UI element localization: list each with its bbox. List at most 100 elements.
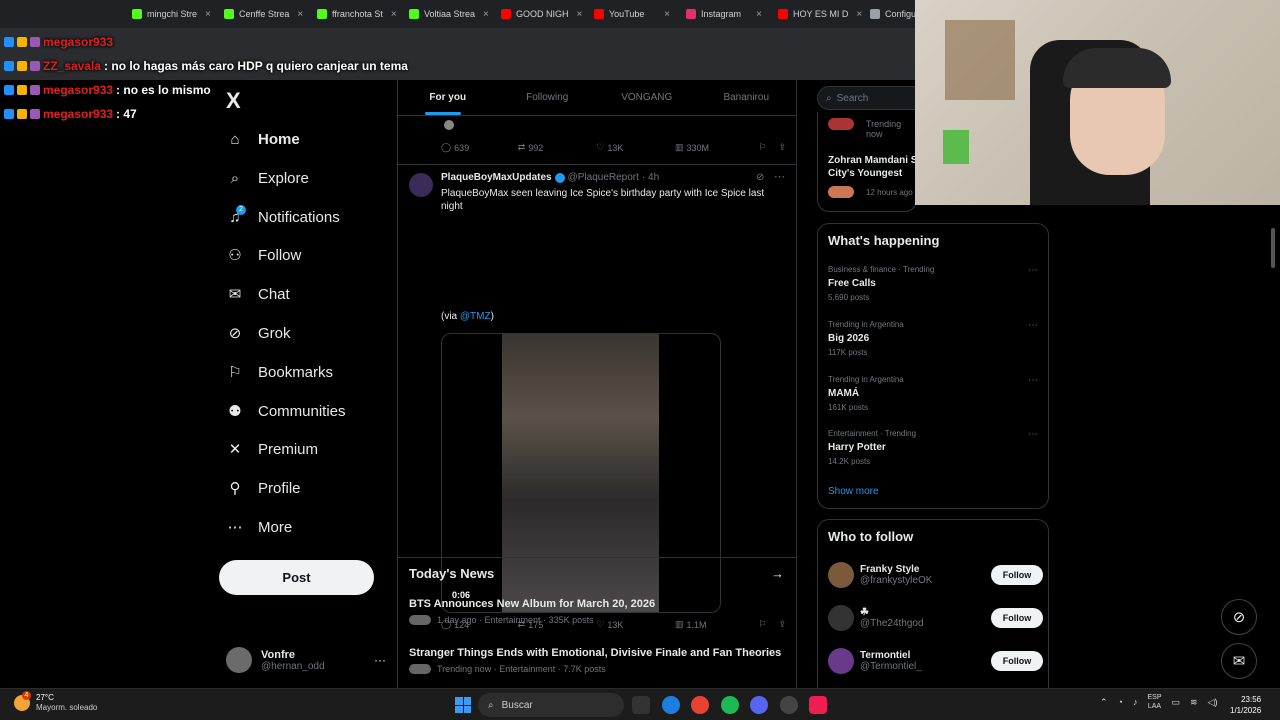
close-icon[interactable]: × xyxy=(569,9,583,20)
follow-suggestion[interactable]: ☘ @The24thgod Follow xyxy=(828,603,1043,633)
views-button[interactable]: ▥ 330M xyxy=(675,142,759,153)
account-info: ☘ @The24thgod xyxy=(860,607,924,629)
x-logo[interactable]: X xyxy=(226,88,241,114)
arrow-right-icon[interactable]: → xyxy=(771,566,784,581)
more-options-icon[interactable]: ⋯ xyxy=(774,170,785,183)
tab-following[interactable]: Following xyxy=(498,80,598,115)
avatar[interactable] xyxy=(828,648,854,674)
wifi-icon[interactable]: ≋ xyxy=(1190,697,1198,708)
sidebar-item-chat[interactable]: ✉ Chat xyxy=(226,279,290,309)
video-frame[interactable] xyxy=(502,334,659,612)
browser-tab[interactable]: Cenffe Strea × xyxy=(216,0,309,28)
discord-icon[interactable] xyxy=(750,696,768,714)
mic-icon[interactable]: ♪ xyxy=(1133,697,1138,707)
mail-icon: ✉ xyxy=(228,286,242,303)
tab-for-you[interactable]: For you xyxy=(398,80,498,115)
follow-button[interactable]: Follow xyxy=(991,608,1043,628)
grok-icon: ⊘ xyxy=(228,325,242,342)
obs-icon[interactable] xyxy=(780,696,798,714)
account-handle: @Termontiel_ xyxy=(860,661,922,672)
scrollbar[interactable] xyxy=(1271,228,1275,268)
avatar[interactable] xyxy=(828,562,854,588)
browser-tab[interactable]: mingchi Stre × xyxy=(124,0,216,28)
tab-bananirou[interactable]: Bananirou xyxy=(697,80,797,115)
share-button[interactable]: ⇪ xyxy=(778,142,786,153)
browser-tab[interactable]: Instagram × xyxy=(678,0,770,28)
chevron-up-icon[interactable]: ⌃ xyxy=(1100,697,1108,708)
language-indicator[interactable]: ESP LAA xyxy=(1147,693,1161,711)
show-more-link[interactable]: Show more xyxy=(828,486,879,497)
news-item[interactable]: BTS Announces New Album for March 20, 20… xyxy=(409,598,784,625)
tab-vongang[interactable]: VONGANG xyxy=(597,80,697,115)
account-handle: @The24thgod xyxy=(860,618,924,629)
browser-tab[interactable]: HOY ES MI D × xyxy=(770,0,862,28)
tweet-author-handle[interactable]: @PlaqueReport xyxy=(568,172,639,183)
trend-item[interactable]: Trending in Argentina Big 2026 117K posts ⋯ xyxy=(828,320,1038,357)
browser-tab[interactable]: GOOD NIGH × xyxy=(493,0,586,28)
todays-news-title[interactable]: Today's News xyxy=(409,566,494,581)
news-item[interactable]: Stranger Things Ends with Emotional, Div… xyxy=(409,647,784,674)
sidebar-item-explore[interactable]: ⌕ Explore xyxy=(226,163,309,193)
more-options-icon[interactable]: ⋯ xyxy=(1028,320,1038,331)
sidebar-item-home[interactable]: ⌂ Home xyxy=(226,124,299,154)
follow-suggestion[interactable]: Termontiel @Termontiel_ Follow xyxy=(828,646,1043,676)
close-icon[interactable]: × xyxy=(289,9,303,20)
follow-suggestion[interactable]: Franky Style @frankystyleOK Follow xyxy=(828,560,1043,590)
tweet-time[interactable]: · 4h xyxy=(642,172,659,183)
grok-icon[interactable]: ⊘ xyxy=(756,172,764,183)
avatar[interactable] xyxy=(828,605,854,631)
file-explorer-icon[interactable] xyxy=(632,696,650,714)
edge-icon[interactable] xyxy=(662,696,680,714)
taskbar-search-input[interactable]: ⌕ Buscar xyxy=(478,693,624,717)
sidebar-item-profile[interactable]: ⚲ Profile xyxy=(226,473,301,503)
post-button[interactable]: Post xyxy=(219,560,374,595)
sidebar-item-more[interactable]: ⋯ More xyxy=(226,512,293,542)
like-button[interactable]: ♡ 13K xyxy=(596,142,675,153)
tiktok-icon[interactable] xyxy=(809,696,827,714)
trend-item[interactable]: Entertainment · Trending Harry Potter 14.2… xyxy=(828,429,1038,466)
close-icon[interactable]: × xyxy=(656,9,670,20)
close-icon[interactable]: × xyxy=(475,9,489,20)
close-icon[interactable]: × xyxy=(848,9,862,20)
browser-tab[interactable]: Voltiaa Strea × xyxy=(401,0,493,28)
grok-icon[interactable]: ⊘ xyxy=(1221,599,1257,635)
bookmark-button[interactable]: ⚐ xyxy=(759,142,779,153)
tweet-author-name[interactable]: PlaqueBoyMaxUpdates xyxy=(441,172,552,183)
sidebar-item-follow[interactable]: ⚇ Follow xyxy=(226,240,301,270)
trending-card[interactable]: Trending now Zohran Mamdani S City's You… xyxy=(817,112,917,212)
sidebar-item-premium[interactable]: ✕ Premium xyxy=(226,434,318,464)
more-options-icon[interactable]: ⋯ xyxy=(1028,429,1038,440)
volume-icon[interactable]: ◁) xyxy=(1208,697,1218,708)
more-options-icon[interactable]: ⋯ xyxy=(1028,265,1038,276)
chrome-icon[interactable] xyxy=(691,696,709,714)
windows-start-icon[interactable] xyxy=(455,697,471,713)
trend-item[interactable]: Business & finance · Trending Free Calls 5… xyxy=(828,265,1038,302)
avatar[interactable] xyxy=(409,173,433,197)
browser-tab[interactable]: YouTube × xyxy=(586,0,678,28)
tweet[interactable]: PlaqueBoyMaxUpdates @PlaqueReport · 4h ⊘… xyxy=(398,164,796,630)
clock[interactable]: 23:56 1/1/2026 xyxy=(1230,694,1261,716)
follow-button[interactable]: Follow xyxy=(991,651,1043,671)
close-icon[interactable]: × xyxy=(383,9,397,20)
network-icon[interactable]: ◔ xyxy=(1118,697,1123,707)
weather-widget[interactable]: 4 27°C Mayorm. soleado xyxy=(14,691,97,713)
sidebar-item-communities[interactable]: ⚉ Communities xyxy=(226,396,345,426)
close-icon[interactable]: × xyxy=(197,9,211,20)
close-icon[interactable]: × xyxy=(748,9,762,20)
more-options-icon[interactable]: ⋯ xyxy=(1028,375,1038,386)
whats-happening-panel: What's happening Business & finance · Tr… xyxy=(817,223,1049,509)
follow-button[interactable]: Follow xyxy=(991,565,1043,585)
spotify-icon[interactable] xyxy=(721,696,739,714)
reply-button[interactable]: ◯ 639 xyxy=(441,142,518,153)
mail-icon[interactable]: ✉ xyxy=(1221,643,1257,679)
repost-button[interactable]: ⇄ 992 xyxy=(518,142,597,153)
sidebar-item-bookmarks[interactable]: ⚐ Bookmarks xyxy=(226,357,333,387)
account-handle: @frankystyleOK xyxy=(860,575,933,586)
browser-tab[interactable]: ffranchota St × xyxy=(309,0,401,28)
display-icon[interactable]: ▭ xyxy=(1172,697,1181,708)
mention-link[interactable]: @TMZ xyxy=(460,311,491,322)
more-options-icon[interactable]: ··· xyxy=(374,653,386,667)
trend-item[interactable]: Trending in Argentina MAMÁ 161K posts ⋯ xyxy=(828,375,1038,412)
sidebar-item-grok[interactable]: ⊘ Grok xyxy=(226,318,291,348)
account-switcher[interactable]: Vonfre @hernan_odd ··· xyxy=(226,643,386,677)
